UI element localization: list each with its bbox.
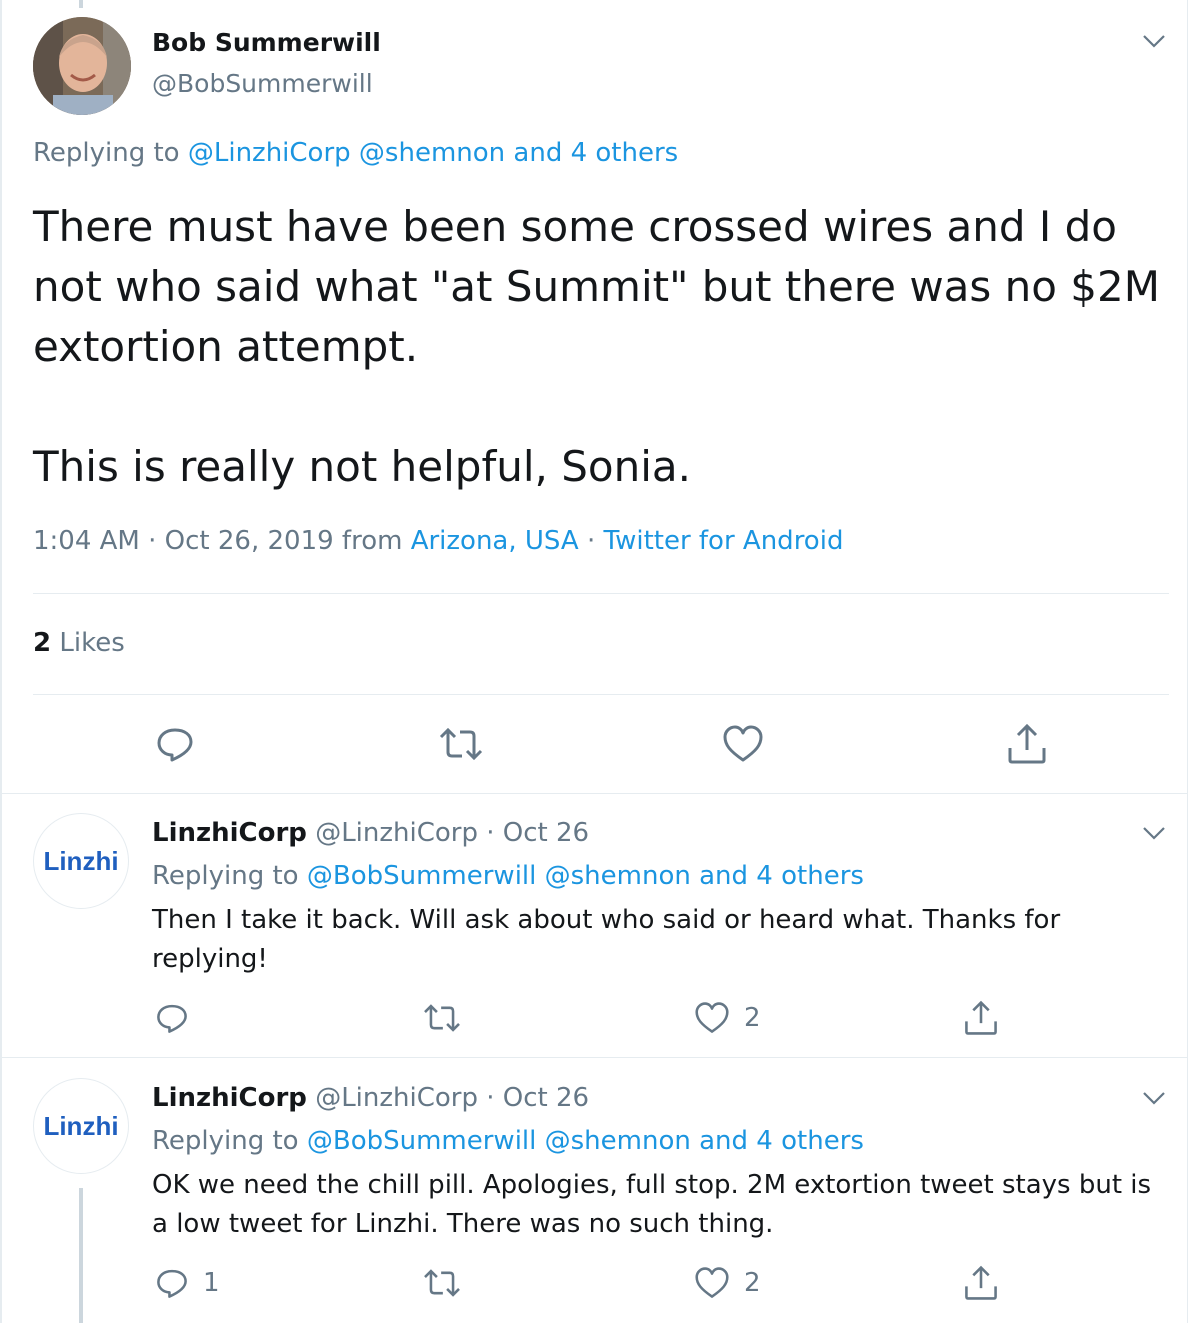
reply-count: 1 [203, 1268, 220, 1298]
replying-to: Replying to @BobSummerwill @shemnon and … [152, 861, 864, 891]
likes-label: Likes [59, 628, 125, 658]
likes-count: 2 [33, 628, 52, 658]
reply-button[interactable]: 1 [155, 1266, 220, 1300]
others-link[interactable]: and 4 others [513, 138, 678, 168]
mention-link[interactable]: @LinzhiCorp [188, 138, 351, 168]
avatar[interactable]: Linzhi [33, 1078, 129, 1174]
mention-link[interactable]: @shemnon [545, 1126, 691, 1156]
thread-line [79, 1188, 83, 1323]
author-handle[interactable]: @BobSummerwill [152, 69, 373, 98]
like-button[interactable]: 2 [694, 1266, 761, 1300]
share-button[interactable] [963, 999, 999, 1037]
retweet-icon [424, 1269, 460, 1297]
reply-icon [157, 728, 193, 762]
author-name[interactable]: LinzhiCorp [152, 1083, 307, 1113]
like-icon [695, 1267, 729, 1298]
timestamp[interactable]: 1:04 AM · Oct 26, 2019 from [33, 526, 402, 556]
linzhi-logo: Linzhi [43, 845, 119, 876]
replying-to: Replying to @BobSummerwill @shemnon and … [152, 1126, 864, 1156]
chevron-down-icon[interactable] [1141, 820, 1167, 846]
divider [33, 694, 1169, 695]
like-icon [723, 725, 763, 762]
share-button[interactable] [963, 1264, 999, 1302]
tweet-date[interactable]: · Oct 26 [486, 1083, 589, 1113]
location-link[interactable]: Arizona, USA [411, 526, 579, 556]
like-button[interactable] [722, 724, 764, 764]
mention-link[interactable]: @BobSummerwill [307, 861, 537, 891]
tweet-text: There must have been some crossed wires … [33, 202, 1160, 491]
chevron-down-icon[interactable] [1141, 1085, 1167, 1111]
replying-prefix: Replying to [152, 861, 299, 891]
avatar-photo [33, 17, 131, 115]
share-icon [965, 1265, 997, 1300]
likes-stat[interactable]: 2 Likes [33, 628, 125, 658]
others-link[interactable]: and 4 others [699, 1126, 864, 1156]
author-handle[interactable]: @LinzhiCorp [315, 818, 478, 848]
others-link[interactable]: and 4 others [699, 861, 864, 891]
chevron-down-icon[interactable] [1141, 28, 1167, 54]
like-count: 2 [744, 1003, 761, 1033]
linzhi-logo: Linzhi [43, 1110, 119, 1141]
retweet-button[interactable] [422, 1001, 462, 1035]
author-name[interactable]: LinzhiCorp [152, 818, 307, 848]
replying-prefix: Replying to [33, 138, 180, 168]
replying-prefix: Replying to [152, 1126, 299, 1156]
retweet-button[interactable] [438, 724, 484, 764]
author-name[interactable]: Bob Summerwill [152, 28, 381, 57]
replying-to: Replying to @LinzhiCorp @shemnon and 4 o… [33, 138, 678, 168]
reply-header: LinzhiCorp @LinzhiCorp · Oct 26 [152, 1083, 589, 1113]
share-icon [1008, 723, 1046, 764]
timeline-left-border [0, 0, 2, 1323]
divider [33, 593, 1169, 594]
tweet-text: OK we need the chill pill. Apologies, fu… [152, 1170, 1152, 1239]
like-icon [695, 1002, 729, 1033]
thread-line-top [79, 0, 83, 8]
retweet-icon [424, 1004, 460, 1032]
reply-icon [157, 1004, 187, 1033]
reply-button[interactable] [155, 1001, 203, 1035]
reply-header: LinzhiCorp @LinzhiCorp · Oct 26 [152, 818, 589, 848]
reply-button[interactable] [155, 724, 195, 764]
share-icon [965, 1000, 997, 1035]
share-button[interactable] [1006, 722, 1048, 766]
avatar[interactable] [33, 17, 131, 115]
like-count: 2 [744, 1268, 761, 1298]
retweet-button[interactable] [422, 1266, 462, 1300]
tweet-metadata: 1:04 AM · Oct 26, 2019 from Arizona, USA… [33, 526, 843, 556]
tweet-text: Then I take it back. Will ask about who … [152, 905, 1061, 974]
reply-icon [157, 1269, 187, 1298]
mention-link[interactable]: @shemnon [359, 138, 505, 168]
tweet-separator [0, 793, 1188, 794]
mention-link[interactable]: @shemnon [545, 861, 691, 891]
avatar[interactable]: Linzhi [33, 813, 129, 909]
retweet-icon [439, 727, 483, 761]
mention-link[interactable]: @BobSummerwill [307, 1126, 537, 1156]
source-link[interactable]: Twitter for Android [604, 526, 844, 556]
author-handle[interactable]: @LinzhiCorp [315, 1083, 478, 1113]
like-button[interactable]: 2 [694, 1001, 761, 1035]
tweet-date[interactable]: · Oct 26 [486, 818, 589, 848]
meta-separator: · [586, 526, 596, 556]
tweet-separator [0, 1057, 1188, 1058]
